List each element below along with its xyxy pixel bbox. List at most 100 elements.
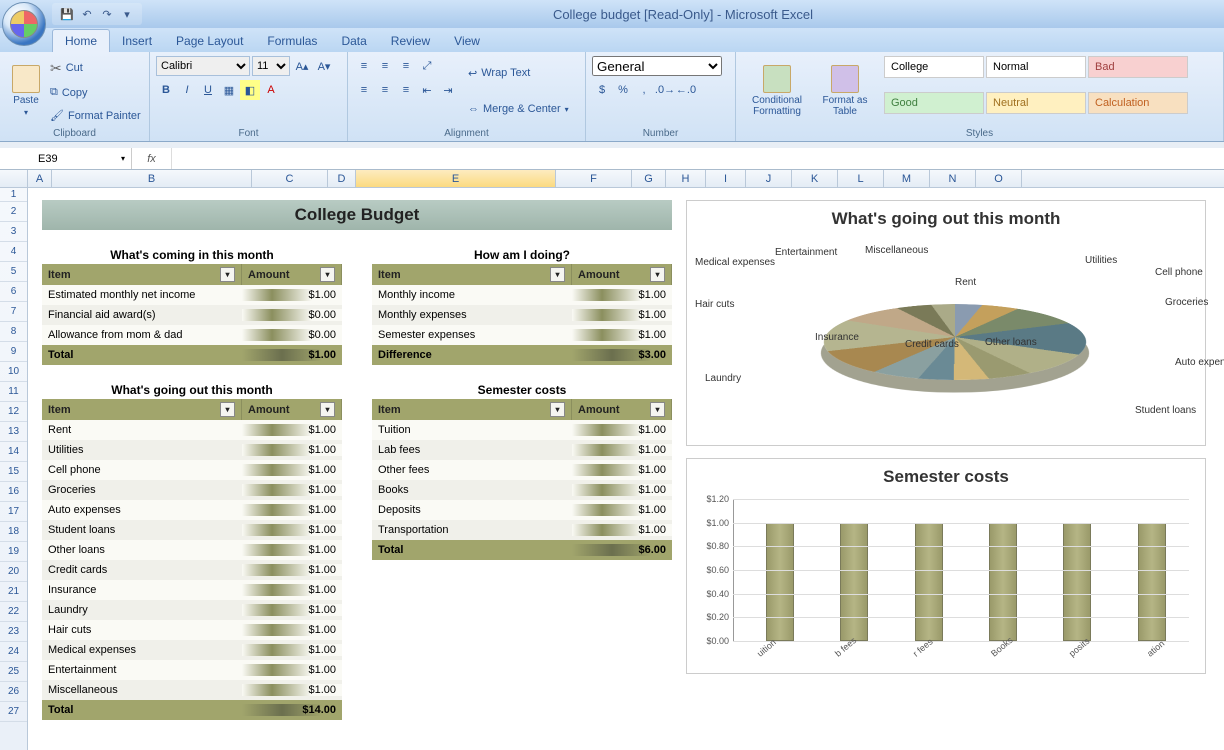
align-left-button[interactable]: ≡ bbox=[354, 80, 374, 100]
table-row[interactable]: Other loans$1.00 bbox=[42, 540, 342, 560]
table-row[interactable]: Financial aid award(s)$0.00 bbox=[42, 305, 342, 325]
cell-style-good[interactable]: Good bbox=[884, 92, 984, 114]
currency-button[interactable]: $ bbox=[592, 80, 612, 100]
col-header-H[interactable]: H bbox=[666, 170, 706, 187]
bar-chart[interactable]: Semester costs $0.00$0.20$0.40$0.60$0.80… bbox=[686, 458, 1206, 674]
col-header-D[interactable]: D bbox=[328, 170, 356, 187]
col-header-A[interactable]: A bbox=[28, 170, 52, 187]
tab-insert[interactable]: Insert bbox=[110, 30, 164, 52]
table-row[interactable]: Estimated monthly net income$1.00 bbox=[42, 285, 342, 305]
row-header-9[interactable]: 9 bbox=[0, 342, 27, 362]
row-header-4[interactable]: 4 bbox=[0, 242, 27, 262]
font-color-button[interactable]: A bbox=[261, 80, 281, 100]
col-header-N[interactable]: N bbox=[930, 170, 976, 187]
table-row[interactable]: Other fees$1.00 bbox=[372, 460, 672, 480]
copy-button[interactable]: ⧉Copy bbox=[50, 86, 141, 99]
align-right-button[interactable]: ≡ bbox=[396, 80, 416, 100]
table-row[interactable]: Entertainment$1.00 bbox=[42, 660, 342, 680]
select-all-corner[interactable] bbox=[0, 170, 28, 187]
paste-button[interactable]: Paste ▾ bbox=[6, 56, 46, 126]
comma-button[interactable]: , bbox=[634, 80, 654, 100]
cut-button[interactable]: ✂Cut bbox=[50, 60, 141, 77]
format-as-table-button[interactable]: Format as Table bbox=[816, 56, 874, 126]
row-header-5[interactable]: 5 bbox=[0, 262, 27, 282]
col-header-C[interactable]: C bbox=[252, 170, 328, 187]
border-button[interactable]: ▦ bbox=[219, 80, 239, 100]
table-row[interactable]: Transportation$1.00 bbox=[372, 520, 672, 540]
filter-icon[interactable]: ▾ bbox=[320, 402, 335, 417]
table-row[interactable]: Rent$1.00 bbox=[42, 420, 342, 440]
decrease-decimal-button[interactable]: ←.0 bbox=[676, 80, 696, 100]
tab-review[interactable]: Review bbox=[379, 30, 442, 52]
row-header-11[interactable]: 11 bbox=[0, 382, 27, 402]
row-header-10[interactable]: 10 bbox=[0, 362, 27, 382]
row-header-19[interactable]: 19 bbox=[0, 542, 27, 562]
row-header-25[interactable]: 25 bbox=[0, 662, 27, 682]
table-row[interactable]: Hair cuts$1.00 bbox=[42, 620, 342, 640]
filter-icon[interactable]: ▾ bbox=[550, 267, 565, 282]
shrink-font-button[interactable]: A▾ bbox=[314, 56, 334, 76]
cell-style-calculation[interactable]: Calculation bbox=[1088, 92, 1188, 114]
row-header-8[interactable]: 8 bbox=[0, 322, 27, 342]
tab-page-layout[interactable]: Page Layout bbox=[164, 30, 255, 52]
worksheet[interactable]: College Budget What's coming in this mon… bbox=[28, 188, 1224, 750]
col-header-I[interactable]: I bbox=[706, 170, 746, 187]
row-header-3[interactable]: 3 bbox=[0, 222, 27, 242]
underline-button[interactable]: U bbox=[198, 80, 218, 100]
col-header-G[interactable]: G bbox=[632, 170, 666, 187]
formula-input[interactable] bbox=[172, 148, 1224, 169]
row-header-14[interactable]: 14 bbox=[0, 442, 27, 462]
filter-icon[interactable]: ▾ bbox=[650, 267, 665, 282]
table-row[interactable]: Student loans$1.00 bbox=[42, 520, 342, 540]
conditional-formatting-button[interactable]: Conditional Formatting bbox=[742, 56, 812, 126]
row-header-21[interactable]: 21 bbox=[0, 582, 27, 602]
align-bottom-button[interactable]: ≡ bbox=[396, 56, 416, 76]
fill-color-button[interactable]: ◧ bbox=[240, 80, 260, 100]
filter-icon[interactable]: ▾ bbox=[320, 267, 335, 282]
italic-button[interactable]: I bbox=[177, 80, 197, 100]
table-row[interactable]: Utilities$1.00 bbox=[42, 440, 342, 460]
row-header-24[interactable]: 24 bbox=[0, 642, 27, 662]
row-header-1[interactable]: 1 bbox=[0, 188, 27, 202]
row-header-26[interactable]: 26 bbox=[0, 682, 27, 702]
pie-chart[interactable]: What's going out this month Medical expe… bbox=[686, 200, 1206, 446]
percent-button[interactable]: % bbox=[613, 80, 633, 100]
bold-button[interactable]: B bbox=[156, 80, 176, 100]
table-row[interactable]: Laundry$1.00 bbox=[42, 600, 342, 620]
cell-style-neutral[interactable]: Neutral bbox=[986, 92, 1086, 114]
align-middle-button[interactable]: ≡ bbox=[375, 56, 395, 76]
col-header-L[interactable]: L bbox=[838, 170, 884, 187]
align-top-button[interactable]: ≡ bbox=[354, 56, 374, 76]
cell-style-college[interactable]: College bbox=[884, 56, 984, 78]
row-header-13[interactable]: 13 bbox=[0, 422, 27, 442]
row-header-15[interactable]: 15 bbox=[0, 462, 27, 482]
indent-inc-button[interactable]: ⇥ bbox=[438, 80, 458, 100]
row-header-18[interactable]: 18 bbox=[0, 522, 27, 542]
cell-styles-gallery[interactable]: CollegeNormalBadGoodNeutralCalculation bbox=[884, 56, 1188, 126]
table-row[interactable]: Credit cards$1.00 bbox=[42, 560, 342, 580]
table-row[interactable]: Lab fees$1.00 bbox=[372, 440, 672, 460]
redo-icon[interactable]: ↷ bbox=[100, 7, 114, 21]
col-header-E[interactable]: E bbox=[356, 170, 556, 187]
col-header-B[interactable]: B bbox=[52, 170, 252, 187]
table-row[interactable]: Monthly income$1.00 bbox=[372, 285, 672, 305]
row-header-22[interactable]: 22 bbox=[0, 602, 27, 622]
undo-icon[interactable]: ↶ bbox=[80, 7, 94, 21]
row-header-7[interactable]: 7 bbox=[0, 302, 27, 322]
wrap-text-button[interactable]: ↩Wrap Text bbox=[468, 67, 569, 80]
tab-view[interactable]: View bbox=[442, 30, 492, 52]
cell-style-bad[interactable]: Bad bbox=[1088, 56, 1188, 78]
col-header-M[interactable]: M bbox=[884, 170, 930, 187]
filter-icon[interactable]: ▾ bbox=[650, 402, 665, 417]
save-icon[interactable]: 💾 bbox=[60, 7, 74, 21]
filter-icon[interactable]: ▾ bbox=[550, 402, 565, 417]
row-header-23[interactable]: 23 bbox=[0, 622, 27, 642]
col-header-K[interactable]: K bbox=[792, 170, 838, 187]
table-row[interactable]: Tuition$1.00 bbox=[372, 420, 672, 440]
increase-decimal-button[interactable]: .0→ bbox=[655, 80, 675, 100]
col-header-J[interactable]: J bbox=[746, 170, 792, 187]
filter-icon[interactable]: ▾ bbox=[220, 267, 235, 282]
tab-data[interactable]: Data bbox=[329, 30, 378, 52]
col-header-F[interactable]: F bbox=[556, 170, 632, 187]
align-center-button[interactable]: ≡ bbox=[375, 80, 395, 100]
